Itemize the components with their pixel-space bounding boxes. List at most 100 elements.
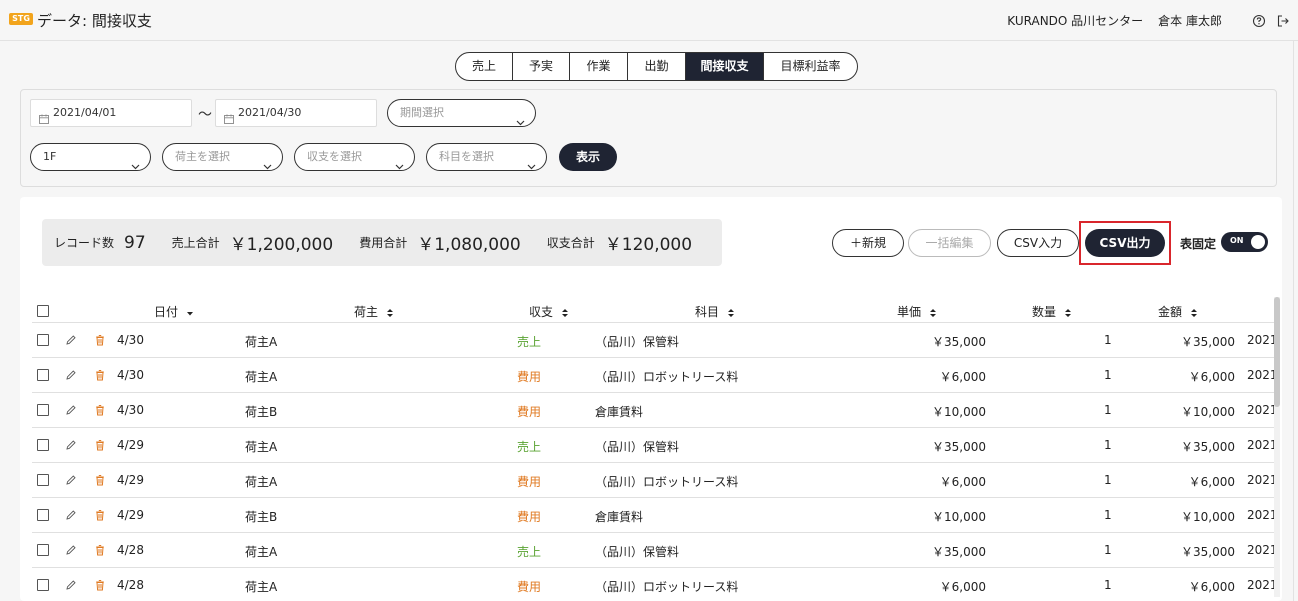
edit-pencil-icon[interactable] <box>65 544 77 556</box>
column-header-date-label: 日付 <box>154 305 179 319</box>
table-row[interactable]: 4/30 荷主B 費用 倉庫賃料 ￥10,000 1 ￥10,000 2021 <box>32 393 1278 428</box>
csv-export-button[interactable]: CSV出力 <box>1085 229 1165 257</box>
fix-table-toggle[interactable]: ON <box>1221 232 1268 252</box>
row-checkbox[interactable] <box>37 439 49 451</box>
account-select[interactable]: 科目を選択 <box>426 143 547 171</box>
top-bar: STG データ: 間接収支 KURANDO 品川センター 倉本 庫太郎 <box>0 0 1298 41</box>
header-user-area: KURANDO 品川センター 倉本 庫太郎 <box>1007 12 1290 29</box>
table-row[interactable]: 4/29 荷主B 費用 倉庫賃料 ￥10,000 1 ￥10,000 2021 <box>32 498 1278 533</box>
cell-created-year: 2021 <box>1247 508 1278 522</box>
column-header-account[interactable]: 科目 <box>695 303 735 320</box>
cell-unit-price: ￥10,000 <box>932 510 986 524</box>
help-icon[interactable] <box>1252 14 1266 28</box>
table-row[interactable]: 4/29 荷主A 費用 （品川）ロボットリース料 ￥6,000 1 ￥6,000 2021 <box>32 463 1278 498</box>
tab-target-margin[interactable]: 目標利益率 <box>764 53 857 80</box>
user-name[interactable]: 倉本 庫太郎 <box>1158 12 1222 29</box>
logout-icon[interactable] <box>1276 14 1290 28</box>
row-checkbox[interactable] <box>37 369 49 381</box>
date-to-input[interactable]: 2021/04/30 <box>215 99 377 127</box>
delete-trash-icon[interactable] <box>94 334 106 346</box>
cell-shipper: 荷主A <box>245 370 278 384</box>
floor-select[interactable]: 1F <box>30 143 151 171</box>
record-count-label: レコード数 <box>54 236 115 250</box>
column-header-date[interactable]: 日付 <box>154 303 194 320</box>
table-row[interactable]: 4/30 荷主A 売上 （品川）保管料 ￥35,000 1 ￥35,000 2021 <box>32 323 1278 358</box>
column-header-shipper[interactable]: 荷主 <box>354 303 394 320</box>
delete-trash-icon[interactable] <box>94 439 106 451</box>
tab-sales[interactable]: 売上 <box>456 53 513 80</box>
column-header-kind[interactable]: 収支 <box>529 303 569 320</box>
data-type-tabs: 売上 予実 作業 出勤 間接収支 目標利益率 <box>455 52 858 81</box>
cell-shipper: 荷主A <box>245 440 278 454</box>
row-checkbox[interactable] <box>37 544 49 556</box>
shipper-select[interactable]: 荷主を選択 <box>162 143 283 171</box>
select-all-checkbox[interactable] <box>37 305 49 317</box>
new-button[interactable]: ＋新規 <box>832 229 904 257</box>
vertical-scrollbar[interactable] <box>1274 297 1280 597</box>
table-row[interactable]: 4/30 荷主A 費用 （品川）ロボットリース料 ￥6,000 1 ￥6,000 2021 <box>32 358 1278 393</box>
delete-trash-icon[interactable] <box>94 404 106 416</box>
cell-account: （品川）ロボットリース料 <box>595 475 739 489</box>
csv-export-highlight: CSV出力 <box>1079 221 1171 265</box>
cell-quantity: 1 <box>1104 473 1112 487</box>
cell-unit-price: ￥35,000 <box>932 335 986 349</box>
tab-work[interactable]: 作業 <box>570 53 628 80</box>
sort-icon <box>1064 307 1072 317</box>
cell-created-year: 2021 <box>1247 473 1278 487</box>
column-header-quantity-label: 数量 <box>1032 305 1057 319</box>
edit-pencil-icon[interactable] <box>65 334 77 346</box>
cell-quantity: 1 <box>1104 368 1112 382</box>
cell-kind: 売上 <box>517 335 542 349</box>
sales-total-value: ￥1,200,000 <box>229 235 334 255</box>
cell-amount: ￥10,000 <box>1181 405 1235 419</box>
toggle-knob <box>1251 235 1265 249</box>
summary-bar: レコード数 97 売上合計 ￥1,200,000 費用合計 ￥1,080,000… <box>42 219 722 266</box>
column-header-unit-price[interactable]: 単価 <box>897 303 937 320</box>
period-select[interactable]: 期間選択 <box>387 99 536 127</box>
cell-date: 4/30 <box>117 403 144 417</box>
edit-pencil-icon[interactable] <box>65 369 77 381</box>
scrollbar-thumb[interactable] <box>1274 297 1280 407</box>
cell-quantity: 1 <box>1104 543 1112 557</box>
row-checkbox[interactable] <box>37 404 49 416</box>
csv-import-button[interactable]: CSV入力 <box>997 229 1079 257</box>
table-row[interactable]: 4/28 荷主A 売上 （品川）保管料 ￥35,000 1 ￥35,000 2021 <box>32 533 1278 568</box>
cell-created-year: 2021 <box>1247 543 1278 557</box>
cell-unit-price: ￥6,000 <box>939 475 986 489</box>
date-from-input[interactable]: 2021/04/01 <box>30 99 192 127</box>
edit-pencil-icon[interactable] <box>65 404 77 416</box>
edit-pencil-icon[interactable] <box>65 474 77 486</box>
cell-shipper: 荷主B <box>245 510 278 524</box>
edit-pencil-icon[interactable] <box>65 439 77 451</box>
delete-trash-icon[interactable] <box>94 369 106 381</box>
chevron-down-icon <box>131 154 140 170</box>
cell-kind: 売上 <box>517 545 542 559</box>
row-checkbox[interactable] <box>37 579 49 591</box>
row-checkbox[interactable] <box>37 509 49 521</box>
column-header-amount[interactable]: 金額 <box>1158 303 1198 320</box>
cell-shipper: 荷主A <box>245 545 278 559</box>
delete-trash-icon[interactable] <box>94 509 106 521</box>
date-to-value: 2021/04/30 <box>238 106 302 119</box>
chevron-down-icon <box>395 154 404 170</box>
edit-pencil-icon[interactable] <box>65 509 77 521</box>
kind-select[interactable]: 収支を選択 <box>294 143 415 171</box>
edit-pencil-icon[interactable] <box>65 579 77 591</box>
show-button[interactable]: 表示 <box>559 143 617 171</box>
delete-trash-icon[interactable] <box>94 579 106 591</box>
row-checkbox[interactable] <box>37 474 49 486</box>
table-row[interactable]: 4/28 荷主A 費用 （品川）ロボットリース料 ￥6,000 1 ￥6,000 2021 <box>32 568 1278 601</box>
column-header-quantity[interactable]: 数量 <box>1032 303 1072 320</box>
cell-account: （品川）保管料 <box>595 440 680 454</box>
tab-budget-actual[interactable]: 予実 <box>513 53 570 80</box>
row-checkbox[interactable] <box>37 334 49 346</box>
cell-account: 倉庫賃料 <box>595 405 644 419</box>
delete-trash-icon[interactable] <box>94 474 106 486</box>
table-row[interactable]: 4/29 荷主A 売上 （品川）保管料 ￥35,000 1 ￥35,000 2021 <box>32 428 1278 463</box>
delete-trash-icon[interactable] <box>94 544 106 556</box>
cell-created-year: 2021 <box>1247 578 1278 592</box>
tab-attendance[interactable]: 出勤 <box>628 53 686 80</box>
bulk-edit-button[interactable]: 一括編集 <box>908 229 991 257</box>
tab-indirect-balance[interactable]: 間接収支 <box>686 53 764 80</box>
column-header-amount-label: 金額 <box>1158 305 1183 319</box>
